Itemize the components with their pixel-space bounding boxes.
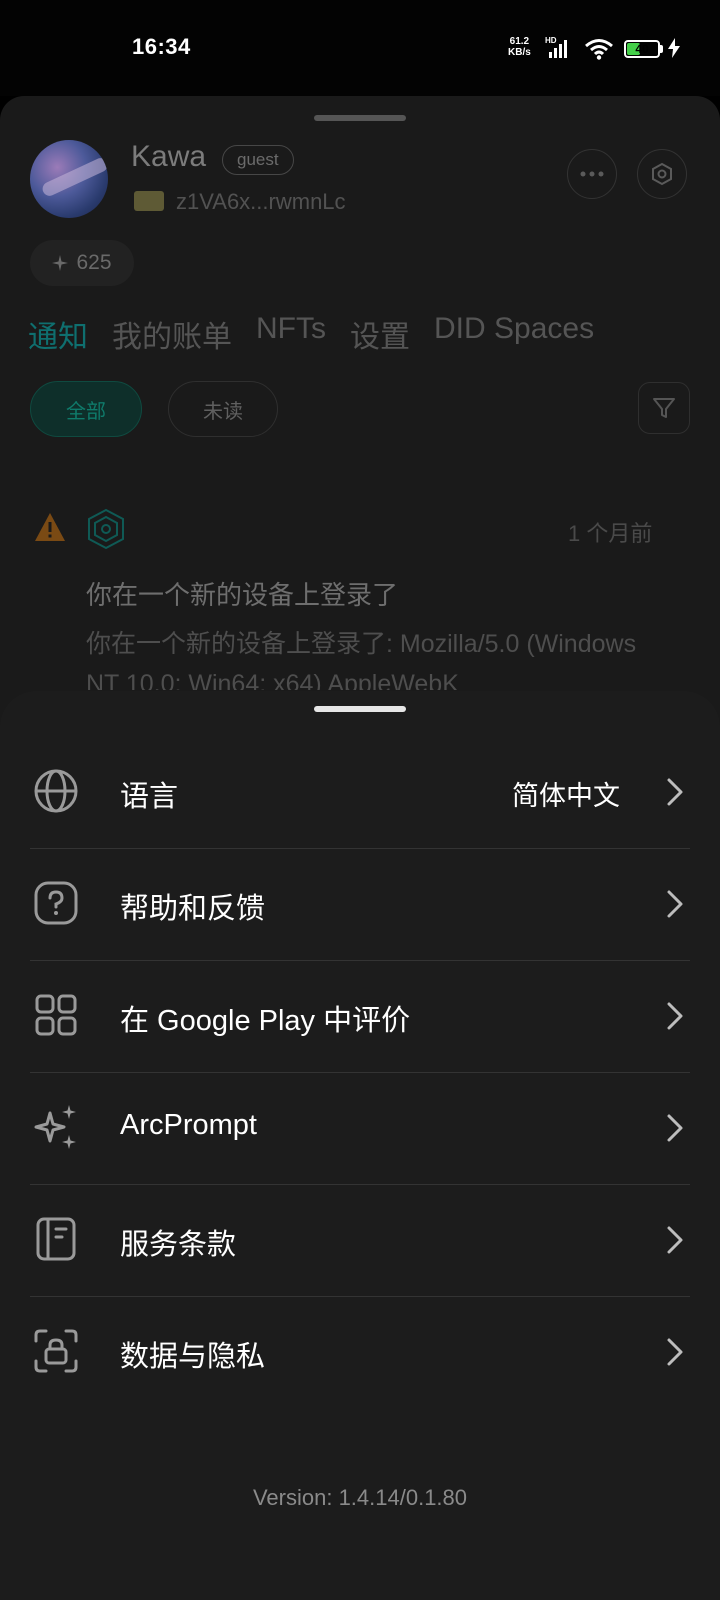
menu-item-label: 语言 <box>120 781 179 813</box>
privacy-lock-icon <box>34 1329 78 1373</box>
battery-cap <box>660 45 663 53</box>
help-icon <box>34 881 78 925</box>
app-logo-icon <box>88 508 124 550</box>
charging-icon <box>668 38 680 58</box>
menu-item-label: 帮助和反馈 <box>120 893 266 925</box>
sparkle-small-icon <box>52 255 69 271</box>
menu-item-label: ArcPrompt <box>120 1109 257 1141</box>
menu-item-label: 服务条款 <box>120 1229 237 1261</box>
menu-item-rate-google-play[interactable]: 在 Google Play 中评价 <box>30 961 690 1073</box>
tab-did-spaces[interactable]: DID Spaces <box>434 312 594 356</box>
role-badge: guest <box>222 145 294 175</box>
menu-item-arcprompt[interactable]: ArcPrompt <box>30 1073 690 1185</box>
menu-item-label: 数据与隐私 <box>120 1341 266 1373</box>
status-bar: 16:34 61.2 KB/s HD 40 <box>0 0 720 96</box>
did-address[interactable]: z1VA6x...rwmnLc <box>176 189 346 215</box>
filter-button[interactable] <box>638 382 690 434</box>
clock: 16:34 <box>132 34 191 59</box>
book-icon <box>36 1217 76 1261</box>
menu-item-value: 简体中文 <box>512 781 620 811</box>
network-speed-value: 61.2 <box>509 36 530 47</box>
battery-level-text: 40 <box>635 42 649 56</box>
chevron-right-icon <box>667 1002 683 1030</box>
chevron-right-icon <box>667 1114 683 1142</box>
tab-bar: 通知 我的账单 NFTs 设置 DID Spaces <box>28 312 594 356</box>
tab-notifications[interactable]: 通知 <box>28 312 88 356</box>
user-name: Kawa <box>131 140 207 173</box>
wifi-icon <box>585 39 613 60</box>
avatar-image-detail <box>40 155 108 199</box>
notification-title[interactable]: 你在一个新的设备上登录了 <box>86 575 398 612</box>
settings-sheet-handle[interactable] <box>314 706 406 712</box>
menu-item-data-privacy[interactable]: 数据与隐私 <box>30 1297 690 1409</box>
battery-icon: 40 <box>624 40 660 58</box>
signal-icon <box>549 40 567 58</box>
credit-amount: 625 <box>76 251 112 274</box>
more-dots-icon <box>580 171 604 177</box>
warning-icon <box>35 513 65 541</box>
globe-icon <box>34 769 78 813</box>
network-speed-unit: KB/s <box>508 47 531 58</box>
menu-item-language[interactable]: 语言 简体中文 <box>30 737 690 849</box>
avatar[interactable] <box>30 140 108 218</box>
chevron-right-icon <box>667 778 683 806</box>
notification-body[interactable]: 你在一个新的设备上登录了: Mozilla/5.0 (Windows NT 10… <box>86 624 666 690</box>
credit-balance[interactable]: 625 <box>30 240 134 286</box>
menu-item-label: 在 Google Play 中评价 <box>120 1005 411 1037</box>
filter-unread-chip[interactable]: 未读 <box>168 381 278 437</box>
filter-icon <box>653 398 675 418</box>
did-card-icon <box>134 191 164 211</box>
tab-bills[interactable]: 我的账单 <box>112 312 232 356</box>
chevron-right-icon <box>667 890 683 918</box>
sparkle-icon <box>34 1105 76 1149</box>
chevron-right-icon <box>667 1226 683 1254</box>
profile-sheet-handle[interactable] <box>314 115 406 121</box>
chevron-right-icon <box>667 1338 683 1366</box>
apps-grid-icon <box>35 994 77 1036</box>
hexagon-settings-icon <box>652 162 672 186</box>
settings-button[interactable] <box>637 149 687 199</box>
more-button[interactable] <box>567 149 617 199</box>
settings-menu: 语言 简体中文 帮助和反馈 在 Google Play 中评价 ArcPromp… <box>30 737 690 1409</box>
tab-nfts[interactable]: NFTs <box>256 312 326 356</box>
menu-item-terms-of-service[interactable]: 服务条款 <box>30 1185 690 1297</box>
filter-all-chip[interactable]: 全部 <box>30 381 142 437</box>
app-version: Version: 1.4.14/0.1.80 <box>252 1485 468 1510</box>
tab-settings[interactable]: 设置 <box>350 312 410 356</box>
menu-item-help-feedback[interactable]: 帮助和反馈 <box>30 849 690 961</box>
notification-time: 1 个月前 <box>568 521 653 546</box>
network-speed: 61.2 KB/s <box>508 36 531 58</box>
